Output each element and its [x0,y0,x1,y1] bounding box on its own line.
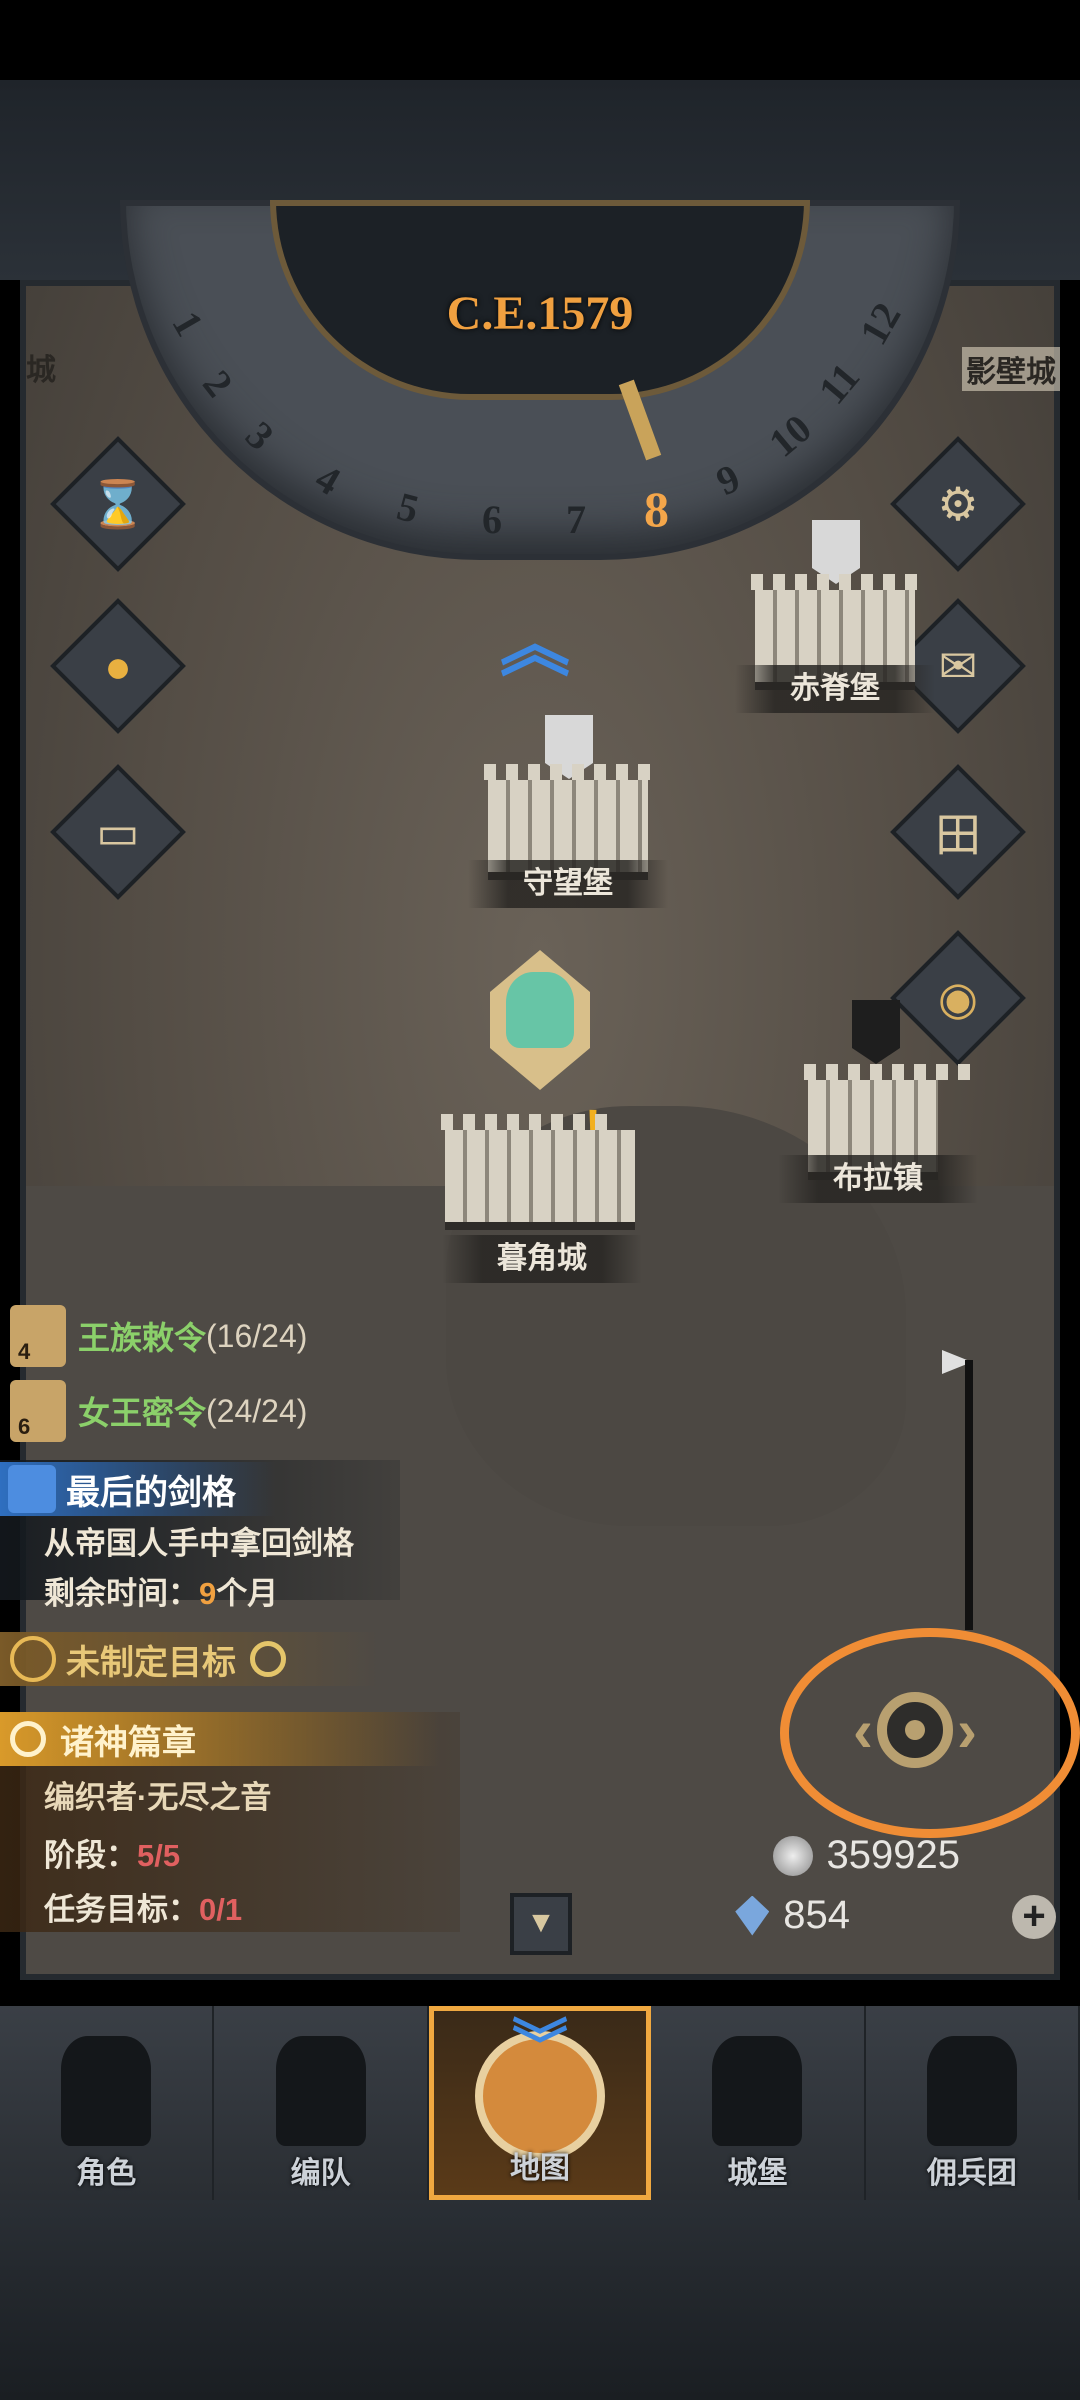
time-label: 剩余时间： [44,1576,199,1611]
chevron-right-icon: › [957,1696,977,1764]
mercenary-banner-icon [926,2036,1017,2146]
goal-label: 任务目标： [44,1892,199,1927]
year-label: C.E.1579 [446,287,634,340]
silver-coin-icon [772,1835,813,1876]
month-6: 6 [482,497,502,542]
castle-muji[interactable] [441,1114,635,1230]
nav-label: 角色 [76,2157,137,2190]
gem-icon [735,1895,770,1936]
map-edge-label-left: 城 [26,354,56,387]
quest-royal-progress: (16/24) [206,1317,308,1354]
month-7: 7 [566,497,586,542]
castle-icon [712,2036,803,2146]
location-label-muji: 暮角城 [442,1235,642,1283]
gods-quest-subtitle: 编织者·无尽之音 [44,1780,272,1815]
chevron-down-icon: ︾ [512,2014,569,2077]
silver-amount: 359925 [826,1833,960,1877]
nav-item-character[interactable]: 角色 [0,2006,215,2200]
time-value: 9 [199,1576,217,1611]
gods-quest-stage: 阶段：5/5 [44,1830,180,1875]
scroll-badge-icon: 6 [10,1380,66,1442]
time-unit: 个月 [216,1576,279,1611]
nav-item-mercenary[interactable]: 佣兵团 [866,2006,1080,2200]
nav-item-map[interactable]: ︾ 地图 [428,2006,652,2200]
gem-amount: 854 [783,1893,850,1937]
quest-royal[interactable]: 4 王族敕令 (16/24) [0,1305,307,1367]
gods-quest-title: 诸神篇章 [60,1723,196,1762]
location-label-bula: 布拉镇 [778,1155,978,1203]
coin-icon: ◉ [937,972,979,1024]
gem-resource: 854 [735,1893,850,1938]
location-label-chiji: 赤脊堡 [735,665,935,713]
main-quest-header[interactable]: 最后的剑格 [0,1462,276,1516]
knight-icon [61,2036,152,2146]
gods-quest-goal: 任务目标：0/1 [44,1884,242,1929]
quest-queen[interactable]: 6 女王密令 (24/24) [0,1380,307,1442]
crosshair-icon [877,1692,953,1768]
sword-icon [8,1465,56,1513]
nav-label: 佣兵团 [926,2157,1017,2190]
bottom-frame [0,2200,1080,2400]
nav-label: 城堡 [727,2157,788,2190]
scroll-badge-icon: 4 [10,1305,66,1367]
target-icon [10,1636,56,1682]
nav-label: 编队 [290,2157,351,2190]
search-icon[interactable] [250,1641,286,1677]
chevron-left-icon: ‹ [853,1696,873,1764]
quest-royal-title: 王族敕令 [78,1320,207,1356]
chevron-down-icon: ▼ [526,1906,556,1939]
main-quest-description: 从帝国人手中拿回剑格 [44,1526,354,1561]
search-icon [10,1721,46,1757]
quest-queen-progress: (24/24) [206,1392,308,1429]
add-gems-button[interactable]: + [1012,1895,1056,1939]
collapse-panel-button[interactable]: ▼ [510,1893,572,1955]
nav-label: 地图 [510,2152,571,2185]
quest-queen-title: 女王密令 [78,1395,207,1431]
nav-item-formation[interactable]: 编队 [214,2006,429,2200]
scroll-icon: ▭ [96,806,140,858]
gods-quest-header[interactable]: 诸神篇章 [0,1712,440,1766]
money-bag-icon: ● [104,640,132,692]
main-quest-time: 剩余时间：9个月 [44,1568,278,1613]
bottom-nav: 角色 编队 ︾ 地图 城堡 佣兵团 [0,2006,1080,2200]
silver-resource: 359925 [772,1833,960,1878]
gate-icon: 田 [935,809,981,861]
chevron-up-icon: ︽ [500,606,570,684]
stage-label: 阶段： [44,1838,137,1873]
locate-button[interactable]: ‹ › [830,1670,1000,1790]
target-quest[interactable]: 未制定目标 [0,1632,380,1686]
gear-icon: ⚙ [937,478,979,530]
main-quest-title: 最后的剑格 [66,1473,236,1512]
flagpole [965,1360,973,1630]
stage-value: 5/5 [137,1838,181,1873]
location-label-shouwang: 守望堡 [468,860,668,908]
hourglass-icon: ⌛ [89,477,147,530]
helmet-group-icon [275,2036,366,2146]
month-8: 8 [644,481,669,537]
goal-value: 0/1 [199,1892,243,1927]
nav-item-castle[interactable]: 城堡 [651,2006,866,2200]
helmet-icon [506,972,574,1048]
target-title: 未制定目标 [66,1643,236,1682]
map-edge-label-right: 影壁城 [962,347,1060,391]
